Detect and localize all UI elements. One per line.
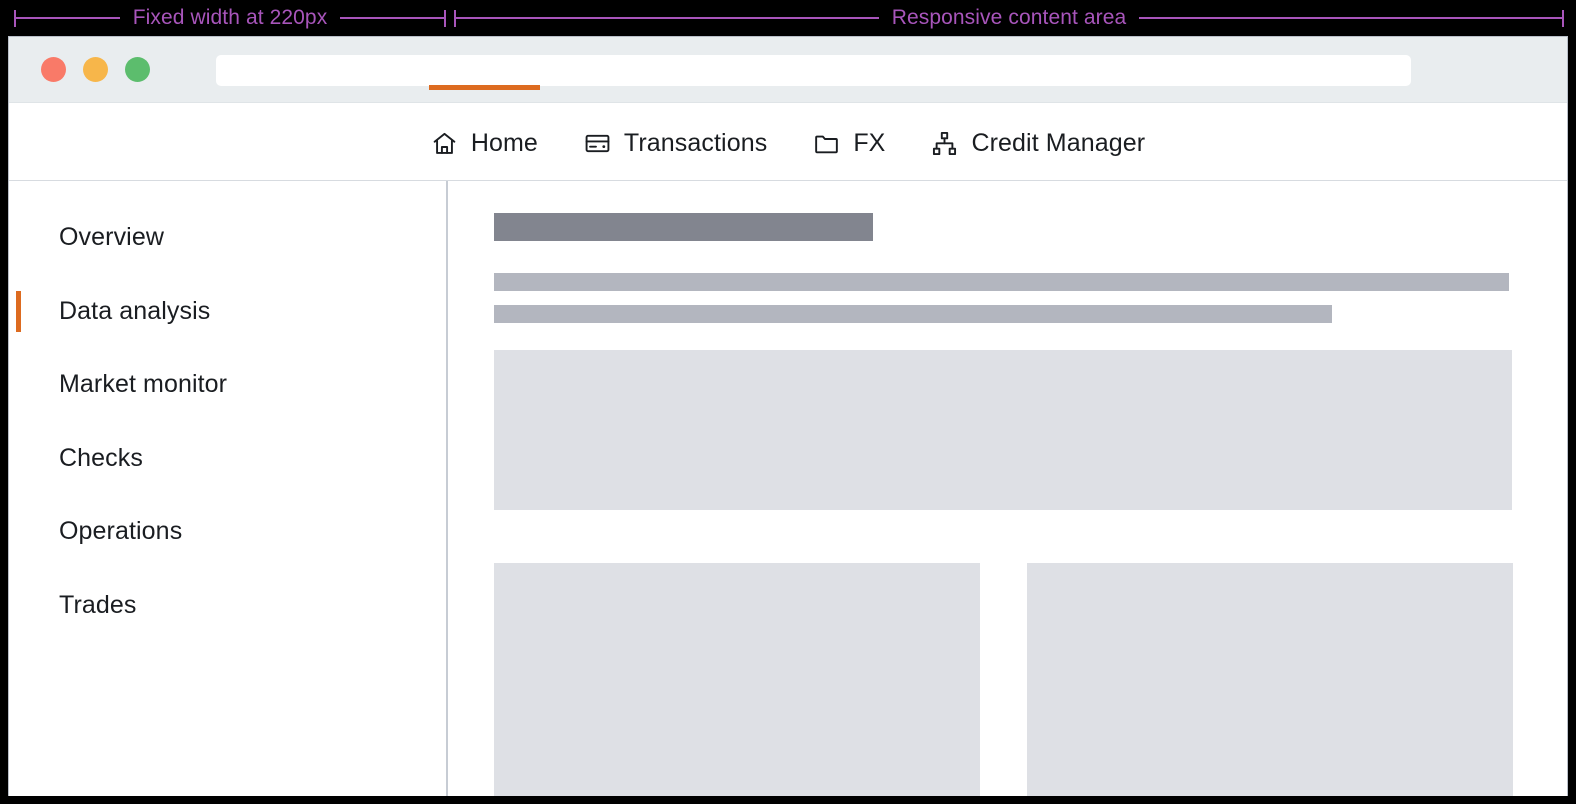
content-area: [448, 181, 1567, 796]
placeholder-text-line: [494, 273, 1509, 291]
sidebar-item-checks[interactable]: Checks: [9, 422, 446, 496]
screenshot-stage: Fixed width at 220px Responsive content …: [0, 0, 1576, 804]
window-controls: [41, 57, 150, 82]
nav-item-label: Transactions: [624, 131, 767, 156]
content-width-ruler: Responsive content area: [454, 0, 1564, 36]
sidebar-item-label: Market monitor: [59, 370, 227, 399]
nav-item-label: Credit Manager: [971, 131, 1145, 156]
annotation-band: Fixed width at 220px Responsive content …: [0, 0, 1576, 36]
sidebar-item-overview[interactable]: Overview: [9, 201, 446, 275]
ruler-line-left: [456, 17, 879, 19]
sidebar: Overview Data analysis Market monitor Ch…: [9, 181, 448, 796]
credit-card-icon: [584, 130, 611, 157]
folder-icon: [813, 130, 840, 157]
placeholder-text-line: [494, 305, 1332, 323]
nav-item-label: Home: [471, 131, 538, 156]
placeholder-half-card: [1027, 563, 1513, 796]
placeholder-hero-card: [494, 350, 1512, 510]
sidebar-item-operations[interactable]: Operations: [9, 495, 446, 569]
home-icon: [431, 130, 458, 157]
nav-item-label: FX: [853, 131, 885, 156]
nav-item-home[interactable]: Home: [431, 124, 538, 163]
minimize-window-icon[interactable]: [83, 57, 108, 82]
nav-item-list: Home Transactions: [431, 124, 1145, 163]
sidebar-measure-label: Fixed width at 220px: [120, 7, 341, 28]
sidebar-item-label: Operations: [59, 517, 182, 546]
ruler-cap-right-icon: [444, 10, 446, 27]
ruler-line-right: [340, 17, 444, 19]
primary-navigation: Home Transactions: [9, 103, 1567, 181]
ruler-cap-right-icon: [1562, 10, 1564, 27]
sitemap-icon: [931, 130, 958, 157]
ruler-line-right: [1139, 17, 1562, 19]
sidebar-item-label: Data analysis: [59, 297, 210, 326]
placeholder-card-row: [494, 563, 1567, 796]
nav-item-fx[interactable]: FX: [813, 124, 885, 163]
app-body: Overview Data analysis Market monitor Ch…: [9, 181, 1567, 796]
nav-item-credit-manager[interactable]: Credit Manager: [931, 124, 1145, 163]
placeholder-half-card: [494, 563, 980, 796]
nav-item-transactions[interactable]: Transactions: [584, 124, 767, 163]
maximize-window-icon[interactable]: [125, 57, 150, 82]
close-window-icon[interactable]: [41, 57, 66, 82]
sidebar-item-data-analysis[interactable]: Data analysis: [9, 275, 446, 349]
browser-window: Home Transactions: [8, 36, 1568, 796]
browser-titlebar: [9, 37, 1567, 103]
address-bar-input[interactable]: [216, 55, 1411, 86]
sidebar-item-market-monitor[interactable]: Market monitor: [9, 348, 446, 422]
sidebar-width-ruler: Fixed width at 220px: [14, 0, 446, 36]
sidebar-item-label: Trades: [59, 591, 136, 620]
ruler-line-left: [16, 17, 120, 19]
content-measure-label: Responsive content area: [879, 7, 1140, 28]
sidebar-item-label: Checks: [59, 444, 143, 473]
sidebar-item-label: Overview: [59, 223, 164, 252]
placeholder-title-bar: [494, 213, 873, 241]
sidebar-item-trades[interactable]: Trades: [9, 569, 446, 643]
